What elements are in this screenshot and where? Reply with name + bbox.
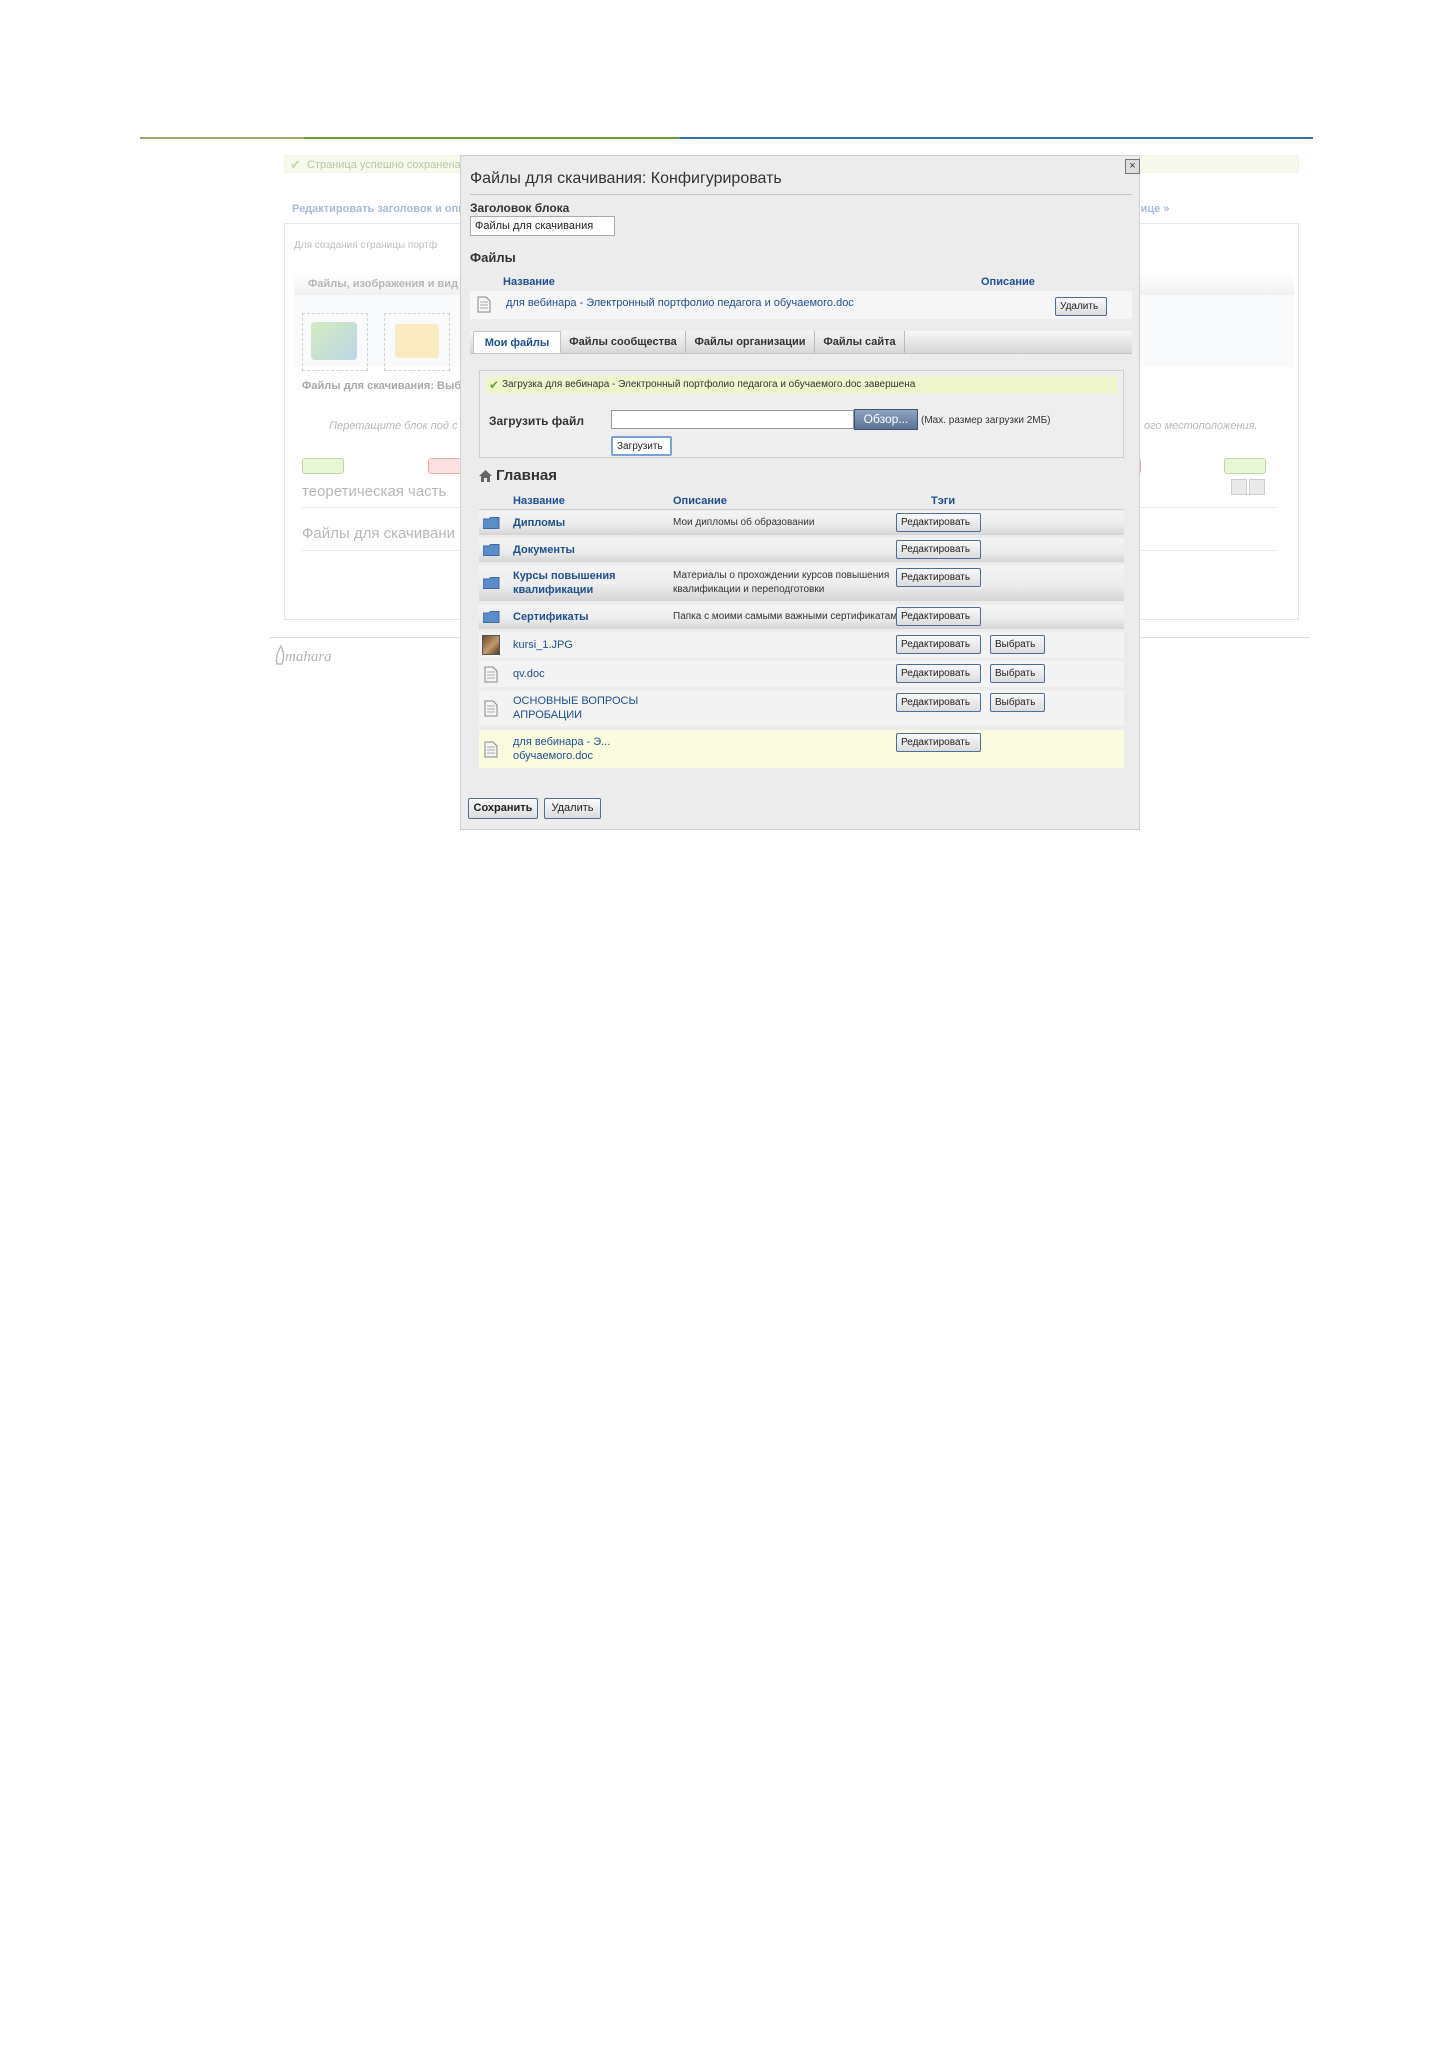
add-column-button-right[interactable]	[1224, 458, 1266, 474]
mahara-logo-text: mahara	[285, 649, 332, 665]
list-description-header: Описание	[673, 495, 727, 507]
file-name[interactable]: qv.doc	[513, 667, 545, 681]
edit-button[interactable]: Редактировать	[896, 733, 981, 752]
section-downloads-title: Файлы для скачивани	[302, 525, 456, 542]
selected-file-name[interactable]: для вебинара - Электронный портфолио пед…	[506, 297, 854, 309]
folder-name[interactable]: Документы	[513, 543, 575, 557]
block-title-label: Заголовок блока	[470, 201, 570, 215]
document-icon	[484, 741, 498, 758]
upload-button[interactable]: Загрузить	[611, 436, 672, 456]
browse-button[interactable]: Обзор...	[854, 409, 918, 430]
document-icon	[477, 296, 491, 313]
table-row: Дипломы Мои дипломы об образовании Редак…	[479, 511, 1124, 535]
selected-description-header: Описание	[981, 276, 1035, 288]
table-row: ОСНОВНЫЕ ВОПРОСЫ АПРОБАЦИИ Редактировать…	[479, 690, 1124, 726]
document-icon	[484, 700, 498, 717]
home-icon	[479, 470, 492, 482]
list-tags-header: Тэги	[931, 495, 956, 507]
close-icon[interactable]: ×	[1125, 159, 1140, 174]
file-name[interactable]: для вебинара - Э... обучаемого.doc	[513, 735, 610, 763]
select-button[interactable]: Выбрать	[990, 693, 1045, 712]
tab-group-files[interactable]: Файлы сообщества	[561, 331, 686, 353]
block-title-input[interactable]	[470, 216, 615, 236]
max-upload-size: (Max. размер загрузки 2МБ)	[921, 415, 1051, 426]
image-thumbnail	[482, 635, 500, 655]
table-row-selected: для вебинара - Э... обучаемого.doc Редак…	[479, 730, 1124, 768]
downloads-block-label: Файлы для скачивания: Выб	[302, 380, 462, 392]
folder-name[interactable]: Дипломы	[513, 516, 565, 530]
list-header-divider	[479, 509, 1124, 510]
checkmark-icon: ✔	[489, 378, 500, 392]
files-label: Файлы	[470, 250, 516, 265]
edit-title-link[interactable]: Редактировать заголовок и опи	[292, 203, 465, 215]
configure-block-dialog: Файлы для скачивания: Конфигурировать × …	[460, 155, 1140, 830]
tab-site-files[interactable]: Файлы сайта	[815, 331, 905, 353]
folder-description: Материалы о прохождении курсов повышения…	[673, 570, 890, 595]
section-theory-title: теоретическая часть	[302, 483, 447, 500]
table-row: Сертификаты Папка с моими самыми важными…	[479, 605, 1124, 629]
upload-success-message: ✔ Загрузка для вебинара - Электронный по…	[486, 376, 1118, 394]
upload-success-text: Загрузка для вебинара - Электронный порт…	[502, 379, 916, 390]
upload-file-label: Загрузить файл	[489, 414, 584, 428]
add-column-button[interactable]	[302, 458, 344, 474]
edit-button[interactable]: Редактировать	[896, 568, 981, 587]
intro-text: Для создания страницы портф	[294, 240, 438, 251]
drag-hint: Перетащите блок под с	[329, 420, 458, 432]
folder-icon	[483, 611, 500, 623]
folder-icon	[483, 577, 500, 589]
page-saved-text: Страница успешно сохранена	[307, 159, 461, 171]
folder-name-line: квалификации	[513, 584, 594, 596]
edit-button[interactable]: Редактировать	[896, 664, 981, 683]
folder-name-line: Курсы повышения	[513, 570, 616, 582]
configure-block-icon[interactable]	[1231, 479, 1247, 495]
list-name-header[interactable]: Название	[513, 495, 565, 507]
edit-button[interactable]: Редактировать	[896, 693, 981, 712]
selected-name-header: Название	[503, 276, 555, 288]
folder-name[interactable]: Курсы повышения квалификации	[513, 569, 616, 597]
gallery-block-icon[interactable]	[302, 313, 368, 371]
table-row: kursi_1.JPG Редактировать Выбрать	[479, 632, 1124, 658]
title-divider	[470, 194, 1132, 195]
mahara-logo: mahara	[275, 644, 332, 665]
folder-icon	[483, 517, 500, 529]
location-hint: ого местоположения.	[1144, 420, 1258, 432]
table-row: Документы Редактировать	[479, 538, 1124, 562]
header-divider	[140, 137, 1313, 139]
select-button[interactable]: Выбрать	[990, 664, 1045, 683]
checkmark-icon: ✔	[290, 157, 301, 172]
save-button[interactable]: Сохранить	[468, 798, 538, 819]
remove-file-button[interactable]: Удалить	[1055, 297, 1107, 316]
folder-description: Папка с моими самыми важными сертификата…	[673, 611, 903, 622]
select-button[interactable]: Выбрать	[990, 635, 1045, 654]
file-name[interactable]: ОСНОВНЫЕ ВОПРОСЫ АПРОБАЦИИ	[513, 694, 638, 722]
edit-button[interactable]: Редактировать	[896, 513, 981, 532]
tab-institution-files[interactable]: Файлы организации	[686, 331, 815, 353]
edit-button[interactable]: Редактировать	[896, 635, 981, 654]
delete-block-icon[interactable]	[1249, 479, 1265, 495]
home-folder-label[interactable]: Главная	[496, 467, 557, 484]
document-icon	[484, 666, 498, 683]
edit-button[interactable]: Редактировать	[896, 540, 981, 559]
folder-block-icon[interactable]	[384, 313, 450, 371]
folder-name[interactable]: Сертификаты	[513, 610, 589, 624]
delete-button[interactable]: Удалить	[544, 798, 601, 819]
upload-file-input[interactable]	[611, 410, 854, 429]
file-name[interactable]: kursi_1.JPG	[513, 638, 573, 652]
folder-description: Мои дипломы об образовании	[673, 517, 815, 528]
tab-my-files[interactable]: Мои файлы	[473, 331, 561, 353]
table-row: Курсы повышения квалификации Материалы о…	[479, 565, 1124, 601]
table-row: qv.doc Редактировать Выбрать	[479, 661, 1124, 687]
dialog-title: Файлы для скачивания: Конфигурировать	[470, 170, 782, 187]
edit-button[interactable]: Редактировать	[896, 607, 981, 626]
folder-icon	[483, 544, 500, 556]
